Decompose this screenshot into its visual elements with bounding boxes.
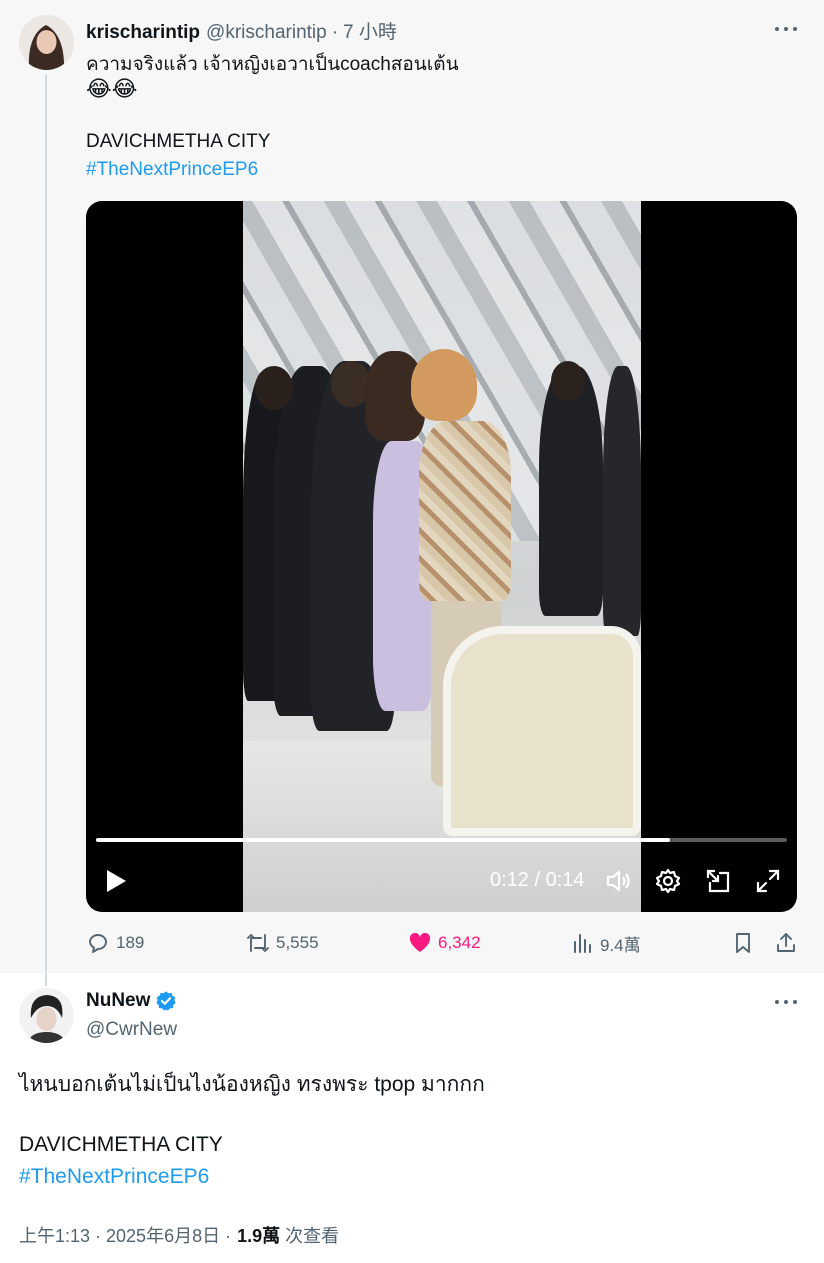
bookmark-button[interactable] [731, 930, 761, 956]
views-chart-icon [574, 934, 591, 953]
play-icon[interactable] [104, 868, 128, 894]
reply-count: 189 [116, 933, 145, 952]
parent-tweet-text: ความจริงแล้ว เจ้าหญิงเอวาเป็นcoachสอนเต้… [86, 54, 459, 75]
avatar-krischarintip[interactable] [19, 15, 74, 70]
thread-connector-line [45, 74, 47, 986]
heart-filled-icon [409, 932, 431, 952]
parent-tweet-emoji: 😂😂 [86, 76, 138, 101]
parent-relative-time[interactable]: 7 小時 [343, 17, 397, 44]
main-tweet-text: ไหนบอกเต้นไม่เป็นไงน้องหญิง ทรงพระ tpop … [19, 1073, 485, 1096]
share-icon [777, 933, 795, 952]
views-count: 9.4萬 [600, 935, 641, 955]
like-count: 6,342 [438, 933, 481, 952]
repost-count: 5,555 [276, 933, 319, 952]
tweet-views-count: 1.9萬 [237, 1226, 281, 1246]
picture-in-picture-icon[interactable] [704, 867, 732, 895]
tweet-timestamp[interactable]: 上午1:13 · 2025年6月8日 · [19, 1222, 231, 1248]
parent-tweet-location-text: DAVICHMETHA CITY [86, 131, 271, 152]
main-display-name-text: NuNew [86, 990, 151, 1011]
verified-badge-icon[interactable] [155, 990, 177, 1012]
main-handle[interactable]: @CwrNew [86, 1019, 177, 1041]
repost-button[interactable]: 5,555 [246, 930, 319, 956]
main-display-name[interactable]: NuNew [86, 990, 177, 1012]
tweet-views-label: 次查看 [285, 1226, 340, 1246]
parent-display-name[interactable]: krischarintip [86, 22, 200, 44]
settings-gear-icon[interactable] [654, 867, 682, 895]
video-progress-fill [96, 838, 670, 842]
avatar-nunew[interactable] [19, 988, 74, 1043]
bookmark-icon [736, 933, 750, 953]
video-progress-bar[interactable] [96, 838, 787, 842]
parent-hashtag-link[interactable]: #TheNextPrinceEP6 [86, 159, 258, 181]
tweet-metadata: 上午1:13 · 2025年6月8日 · 1.9萬 次查看 [19, 1222, 339, 1248]
video-time-display: 0:12 / 0:14 [490, 869, 585, 891]
reply-button[interactable]: 189 [86, 930, 144, 956]
main-tweet-location-text: DAVICHMETHA CITY [19, 1133, 223, 1156]
parent-tweet-header: krischarintip @krischarintip · 7 小時 [86, 17, 397, 44]
fullscreen-icon[interactable] [754, 867, 782, 895]
volume-icon[interactable] [604, 867, 632, 895]
more-options-icon[interactable] [775, 25, 797, 33]
views-button[interactable]: 9.4萬 [570, 930, 641, 956]
share-button[interactable] [774, 930, 804, 956]
main-hashtag-link[interactable]: #TheNextPrinceEP6 [19, 1165, 209, 1189]
tweet-divider [0, 972, 824, 973]
video-frame [243, 201, 641, 912]
like-button[interactable]: 6,342 [408, 930, 481, 956]
reply-icon [89, 934, 107, 953]
video-player[interactable]: 0:12 / 0:14 [86, 201, 797, 912]
separator-dot: · [331, 22, 339, 43]
repost-icon [247, 934, 269, 952]
parent-handle[interactable]: @krischarintip [206, 22, 327, 44]
more-options-icon[interactable] [775, 998, 797, 1006]
